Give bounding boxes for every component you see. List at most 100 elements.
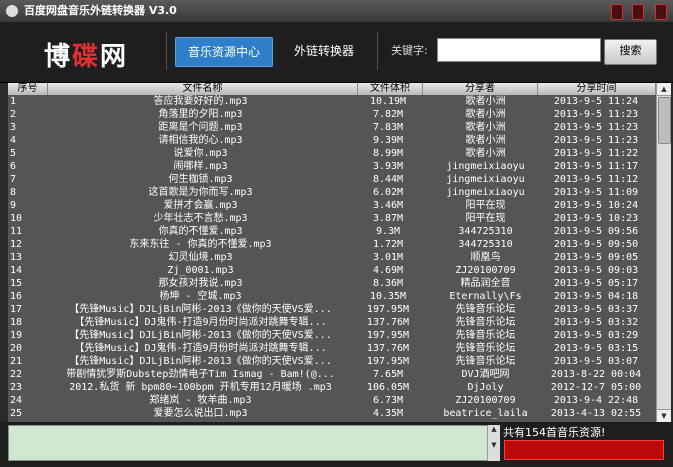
footer: ▲ ▼ 共有154首音乐资源! — [0, 422, 673, 467]
cell-no: 12 — [10, 239, 23, 250]
scroll-up-icon[interactable]: ▲ — [657, 83, 671, 96]
column-header-time[interactable]: 分享时间 — [538, 83, 656, 95]
column-header-no[interactable]: 序号 — [8, 83, 48, 95]
divider — [166, 32, 167, 70]
cell-sharer: 顺凰鸟 — [470, 252, 501, 263]
cell-name: Zj_0001.mp3 — [167, 265, 234, 276]
cell-no: 13 — [10, 252, 23, 263]
cell-no: 8 — [10, 187, 17, 198]
cell-name: 你真的不懂爱.mp3 — [158, 226, 243, 237]
table-row[interactable]: 16 杨坤 - 空城.mp3 10.35M Eternally\Fs 2013-9-5 … — [8, 290, 656, 303]
cell-name: 距离是个问题.mp3 — [158, 122, 243, 133]
table-row[interactable]: 24 郑绪岚 - 牧羊曲.mp3 6.73M ZJ20100709 2013-9-4 2… — [8, 394, 656, 407]
table-row[interactable]: 5 说爱你.mp3 8.99M 歌者小洲 2013-9-5 11:22 — [8, 147, 656, 160]
cell-size: 6.02M — [372, 187, 404, 198]
cell-name: 【先锋Music】DJLjBin阿彬-2013《做你的天使VS爱... — [69, 304, 332, 315]
table-row[interactable]: 23 2012.私货 新 bpm80~100bpm 开机专用12月暖场 .mp3 1… — [8, 381, 656, 394]
table-row[interactable]: 2 角落里的夕阳.mp3 7.82M 歌者小洲 2013-9-5 11:23 — [8, 108, 656, 121]
cell-sharer: 先锋音乐论坛 — [455, 330, 516, 341]
column-header-name[interactable]: 文件名称 — [48, 83, 358, 95]
cell-time: 2013-9-5 11:17 — [553, 161, 639, 172]
log-scrollbar[interactable]: ▲ ▼ — [487, 425, 500, 461]
table-scrollbar[interactable]: ▲ ▼ — [656, 83, 671, 422]
cell-no: 9 — [10, 200, 17, 211]
cell-time: 2013-4-13 02:55 — [550, 408, 642, 419]
table-row[interactable]: 22 带剧情犹罗斯Dubstep劲情电子Tim Ismag - Bam!(@...… — [8, 368, 656, 381]
scroll-down-icon[interactable]: ▼ — [657, 409, 671, 422]
table-row[interactable]: 18 【先锋Music】DJ鬼伟-打造9月份时尚派对跳舞专辑... 137.76M 先… — [8, 316, 656, 329]
cell-time: 2013-9-5 11:23 — [553, 109, 639, 120]
column-header-sharer[interactable]: 分享者 — [423, 83, 538, 95]
table-row[interactable]: 12 东来东往 - 你真的不懂爱.mp3 1.72M 344725310 2013-9-… — [8, 238, 656, 251]
cell-time: 2013-9-5 10:24 — [553, 200, 639, 211]
table-row[interactable]: 15 那女孩对我说.mp3 8.36M 精品润全音 2013-9-5 05:17 — [8, 277, 656, 290]
tab-link-converter[interactable]: 外链转换器 — [285, 37, 363, 65]
status-text: 共有154首音乐资源! — [503, 426, 606, 439]
table-row[interactable]: 19 【先锋Music】DJLjBin阿彬-2013《做你的天使VS爱... 197… — [8, 329, 656, 342]
cell-no: 25 — [10, 408, 23, 419]
table-row[interactable]: 11 你真的不懂爱.mp3 9.3M 344725310 2013-9-5 09:56 — [8, 225, 656, 238]
cell-name: 东来东往 - 你真的不懂爱.mp3 — [129, 239, 272, 250]
table-row[interactable]: 6 闹哪样.mp3 3.93M jingmeixiaoyu 2013-9-5 11:17 — [8, 160, 656, 173]
cell-name: 爱拼才会赢.mp3 — [163, 200, 238, 211]
cell-size: 4.69M — [372, 265, 404, 276]
cell-name: 角落里的夕阳.mp3 — [158, 109, 243, 120]
cell-name: 答应我要好好的.mp3 — [153, 96, 248, 107]
cell-sharer: jingmeixiaoyu — [446, 161, 525, 172]
cell-no: 5 — [10, 148, 17, 159]
cell-size: 3.87M — [372, 213, 404, 224]
cell-no: 21 — [10, 356, 23, 367]
table-row[interactable]: 10 少年壮志不言愁.mp3 3.87M 阳平在现 2013-9-5 10:23 — [8, 212, 656, 225]
cell-sharer: DVJ酒吧网 — [461, 369, 510, 380]
cell-name: 【先锋Music】DJLjBin阿彬-2013《做你的天使VS爱... — [69, 356, 332, 367]
cell-sharer: 精品润全音 — [460, 278, 511, 289]
table-row[interactable]: 13 幻灵仙境.mp3 3.01M 顺凰鸟 2013-9-5 09:05 — [8, 251, 656, 264]
cell-time: 2013-9-5 11:23 — [553, 135, 639, 146]
cell-time: 2013-9-5 03:07 — [553, 356, 639, 367]
cell-time: 2013-9-5 09:05 — [553, 252, 639, 263]
cell-size: 10.19M — [369, 96, 407, 107]
cell-name: 【先锋Music】DJ鬼伟-打造9月份时尚派对跳舞专辑... — [74, 317, 327, 328]
cell-name: 这首歌是为你而写.mp3 — [148, 187, 253, 198]
maximize-button[interactable] — [632, 4, 644, 20]
cell-no: 11 — [10, 226, 23, 237]
search-button[interactable]: 搜索 — [604, 39, 657, 65]
cell-size: 10.35M — [369, 291, 407, 302]
cell-sharer: Eternally\Fs — [449, 291, 522, 302]
table-row[interactable]: 25 爱要怎么说出口.mp3 4.35M beatrice_laila 2013-4-1… — [8, 407, 656, 420]
cell-no: 24 — [10, 395, 23, 406]
column-header-size[interactable]: 文件体积 — [358, 83, 423, 95]
table-row[interactable]: 21 【先锋Music】DJLjBin阿彬-2013《做你的天使VS爱... 197… — [8, 355, 656, 368]
table-row[interactable]: 1 答应我要好好的.mp3 10.19M 歌者小洲 2013-9-5 11:24 — [8, 95, 656, 108]
table-row[interactable]: 3 距离是个问题.mp3 7.83M 歌者小洲 2013-9-5 11:23 — [8, 121, 656, 134]
search-input[interactable] — [437, 38, 601, 62]
divider — [377, 32, 378, 70]
table-row[interactable]: 4 请相信我的心.mp3 9.39M 歌者小洲 2013-9-5 11:23 — [8, 134, 656, 147]
scrollbar-thumb[interactable] — [658, 97, 671, 144]
table-row[interactable]: 7 何生枷锁.mp3 8.44M jingmeixiaoyu 2013-9-5 11:1… — [8, 173, 656, 186]
table-row[interactable]: 9 爱拼才会赢.mp3 3.46M 阳平在现 2013-9-5 10:24 — [8, 199, 656, 212]
cell-size: 3.93M — [372, 161, 404, 172]
table-row[interactable]: 20 【先锋Music】DJ鬼伟-打造9月份时尚派对跳舞专辑... 137.76M 先… — [8, 342, 656, 355]
cell-sharer: jingmeixiaoyu — [446, 187, 525, 198]
cell-sharer: 歌者小洲 — [465, 109, 506, 120]
tab-music-resource-center[interactable]: 音乐资源中心 — [175, 37, 273, 67]
minimize-button[interactable] — [611, 4, 623, 20]
cell-size: 8.99M — [372, 148, 404, 159]
cell-name: 【先锋Music】DJLjBin阿彬-2013《做你的天使VS爱... — [69, 330, 332, 341]
cell-sharer: ZJ20100709 — [455, 265, 516, 276]
cell-size: 8.36M — [372, 278, 404, 289]
cell-no: 17 — [10, 304, 23, 315]
cell-no: 15 — [10, 278, 23, 289]
cell-name: 爱要怎么说出口.mp3 — [153, 408, 248, 419]
cell-size: 3.46M — [372, 200, 404, 211]
cell-sharer: 阳平在现 — [465, 200, 506, 211]
log-area[interactable] — [8, 425, 500, 461]
table-row[interactable]: 8 这首歌是为你而写.mp3 6.02M jingmeixiaoyu 2013-9-5 … — [8, 186, 656, 199]
table-row[interactable]: 17 【先锋Music】DJLjBin阿彬-2013《做你的天使VS爱... 197… — [8, 303, 656, 316]
table-row[interactable]: 14 Zj_0001.mp3 4.69M ZJ20100709 2013-9-5 09:… — [8, 264, 656, 277]
cell-no: 19 — [10, 330, 23, 341]
cell-name: 幻灵仙境.mp3 — [168, 252, 233, 263]
cell-sharer: 阳平在现 — [465, 213, 506, 224]
close-button[interactable] — [655, 4, 667, 20]
